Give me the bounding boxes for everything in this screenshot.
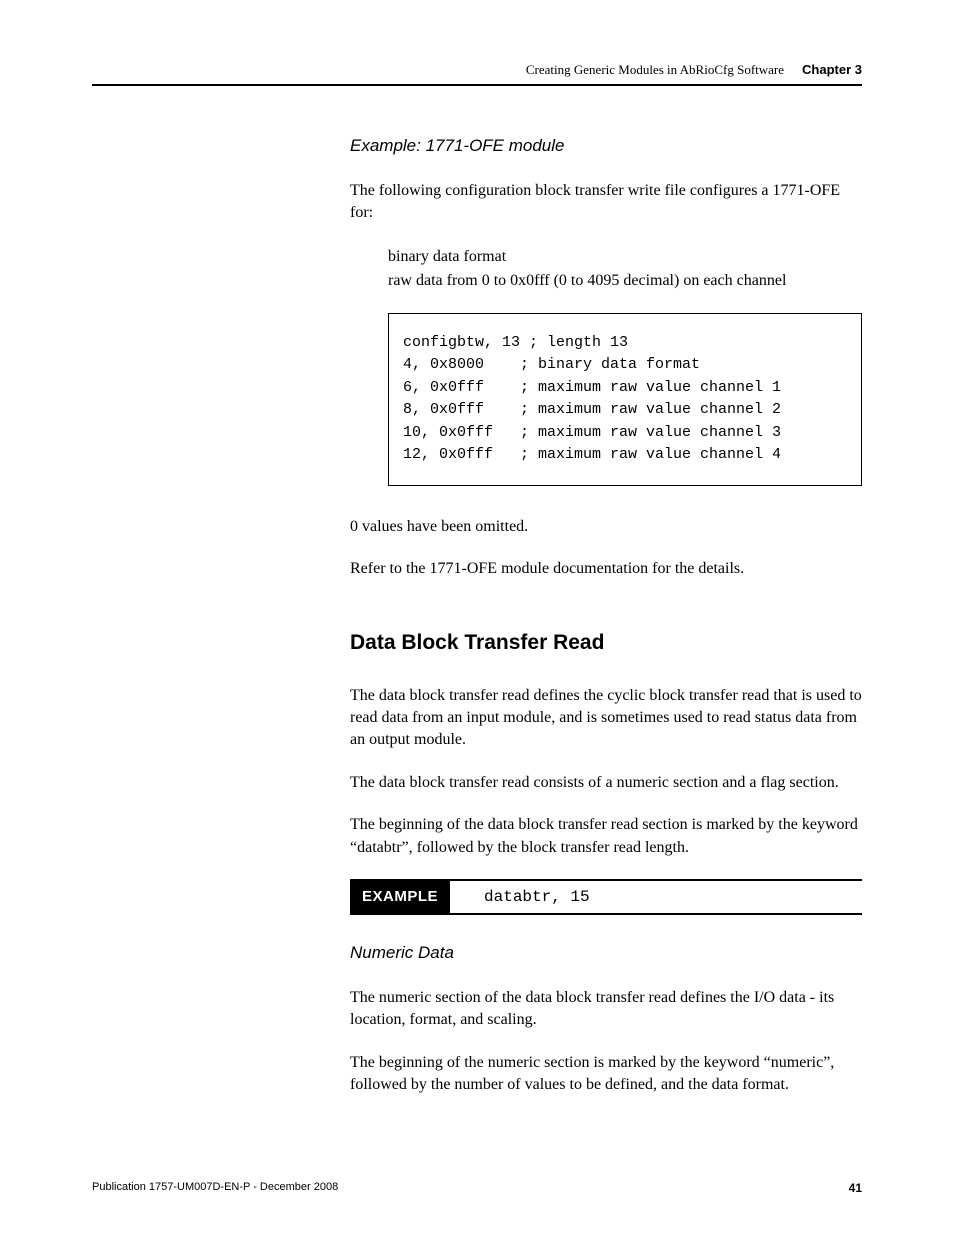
- code-box: configbtw, 13 ; length 13 4, 0x8000 ; bi…: [388, 313, 862, 486]
- intro-paragraph: The following configuration block transf…: [350, 180, 862, 225]
- footer-publication: Publication 1757-UM007D-EN-P - December …: [92, 1181, 338, 1195]
- example-callout: EXAMPLE databtr, 15: [350, 879, 862, 915]
- code-line-6: 12, 0x0fff ; maximum raw value channel 4: [403, 444, 847, 467]
- page-header: Creating Generic Modules in AbRioCfg Sof…: [92, 62, 862, 86]
- numeric-data-heading: Numeric Data: [350, 943, 862, 963]
- omitted-text: 0 values have been omitted.: [350, 516, 862, 538]
- indent-line-1: binary data format: [388, 245, 862, 269]
- paragraph-1: The data block transfer read defines the…: [350, 685, 862, 752]
- code-line-2: 4, 0x8000 ; binary data format: [403, 354, 847, 377]
- page-footer: Publication 1757-UM007D-EN-P - December …: [92, 1181, 862, 1195]
- paragraph-5: The beginning of the numeric section is …: [350, 1052, 862, 1097]
- header-chapter: Chapter 3: [802, 62, 862, 77]
- refer-text: Refer to the 1771-OFE module documentati…: [350, 558, 862, 580]
- paragraph-2: The data block transfer read consists of…: [350, 772, 862, 794]
- example-label: EXAMPLE: [350, 881, 450, 913]
- example-heading: Example: 1771-OFE module: [350, 136, 862, 156]
- section-heading: Data Block Transfer Read: [350, 631, 862, 655]
- paragraph-4: The numeric section of the data block tr…: [350, 987, 862, 1032]
- example-code: databtr, 15: [450, 881, 590, 913]
- indent-line-2: raw data from 0 to 0x0fff (0 to 4095 dec…: [388, 269, 862, 293]
- header-title: Creating Generic Modules in AbRioCfg Sof…: [526, 62, 784, 78]
- paragraph-3: The beginning of the data block transfer…: [350, 814, 862, 859]
- code-line-1: configbtw, 13 ; length 13: [403, 332, 847, 355]
- indent-block: binary data format raw data from 0 to 0x…: [388, 245, 862, 293]
- code-line-4: 8, 0x0fff ; maximum raw value channel 2: [403, 399, 847, 422]
- main-content: Example: 1771-OFE module The following c…: [350, 136, 862, 1096]
- code-line-3: 6, 0x0fff ; maximum raw value channel 1: [403, 377, 847, 400]
- code-line-5: 10, 0x0fff ; maximum raw value channel 3: [403, 422, 847, 445]
- footer-page-number: 41: [849, 1181, 862, 1195]
